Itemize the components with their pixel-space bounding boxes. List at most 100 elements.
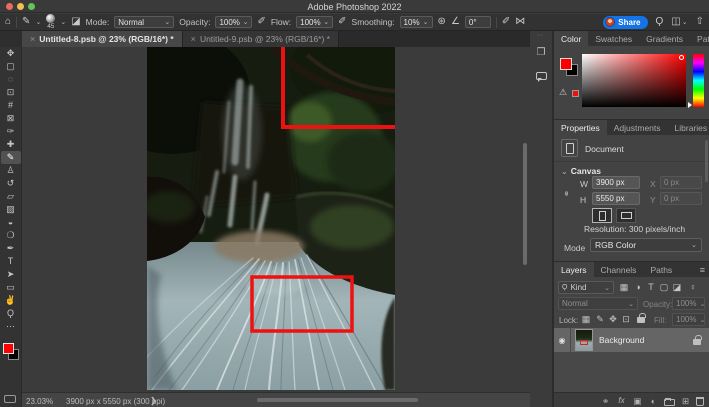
zoom-level[interactable]: 23.03% — [26, 397, 53, 406]
tab-channels[interactable]: Channels — [594, 262, 644, 277]
lock-position-icon[interactable]: ✥ — [607, 314, 619, 325]
x-field[interactable]: 0 px — [660, 176, 702, 189]
layer-blend-mode-select[interactable]: Normal ⌄ — [558, 297, 638, 310]
clone-stamp-tool[interactable]: ♙ — [1, 164, 21, 177]
close-tab-icon[interactable]: × — [191, 34, 196, 44]
new-adjustment-layer-icon[interactable]: ◐ — [647, 396, 660, 406]
gamut-warning-icon[interactable]: ⚠ — [559, 87, 567, 98]
canvas-section-header[interactable]: ⌄Canvas — [561, 166, 601, 176]
tab-paths[interactable]: Paths — [643, 262, 679, 277]
layer-thumbnail[interactable] — [575, 329, 593, 351]
tab-layers[interactable]: Layers — [554, 262, 594, 277]
flow-select[interactable]: 100% ⌄ — [296, 16, 333, 28]
portrait-orientation-button[interactable] — [592, 208, 612, 223]
move-tool[interactable]: ✥ — [1, 47, 21, 60]
constrain-proportions-icon[interactable]: ⚭ — [560, 190, 571, 198]
layer-visibility-eye-icon[interactable]: ◉ — [554, 328, 571, 352]
layer-name[interactable]: Background — [599, 335, 644, 345]
pressure-opacity-icon[interactable]: ✐ — [257, 17, 265, 27]
foreground-color-swatch[interactable] — [3, 343, 14, 354]
pressure-size-icon[interactable]: ✐ — [502, 17, 510, 27]
lock-artboard-icon[interactable]: ⊡ — [620, 314, 632, 325]
hue-slider[interactable] — [693, 54, 704, 107]
tab-properties[interactable]: Properties — [554, 120, 607, 135]
layer-opacity-field[interactable]: 100% ⌄ — [672, 297, 705, 310]
chevron-down-icon[interactable]: ⌄ — [60, 19, 66, 26]
landscape-orientation-button[interactable] — [616, 208, 636, 223]
object-selection-tool[interactable]: ⊡ — [1, 86, 21, 99]
screen-mode-icon[interactable] — [4, 395, 16, 403]
brush-tool[interactable]: ✎ — [1, 151, 21, 164]
comments-panel-icon[interactable] — [536, 72, 547, 80]
lock-all-icon[interactable] — [637, 317, 645, 323]
foreground-color-swatch[interactable] — [560, 58, 572, 70]
filter-pixel-layers-icon[interactable]: ▦ — [618, 282, 630, 293]
filter-type-layers-icon[interactable]: T — [645, 282, 657, 292]
panel-menu-icon[interactable]: ≡ — [700, 262, 709, 277]
canvas-horizontal-scrollbar[interactable] — [257, 398, 418, 402]
edit-toolbar-button[interactable]: ⋯ — [1, 320, 21, 333]
lock-image-pixels-icon[interactable]: ✎ — [594, 314, 606, 325]
blend-mode-select[interactable]: Normal ⌄ — [114, 16, 174, 28]
tab-swatches[interactable]: Swatches — [588, 31, 639, 46]
dock-grip-dots[interactable]: ∙∙ — [530, 32, 552, 39]
brush-angle-field[interactable]: 0° — [465, 16, 491, 28]
smoothing-options-gear-icon[interactable]: ⊛ — [438, 17, 446, 27]
tab-libraries[interactable]: Libraries — [668, 120, 709, 135]
gradient-tool[interactable]: ▨ — [1, 203, 21, 216]
y-field[interactable]: 0 px — [660, 192, 702, 205]
workspace-switcher-icon[interactable]: ◫ — [671, 17, 680, 27]
eyedropper-tool[interactable]: ✑ — [1, 125, 21, 138]
frame-tool[interactable]: ⊠ — [1, 112, 21, 125]
height-field[interactable]: 5550 px — [592, 192, 640, 205]
crop-tool[interactable]: # — [1, 99, 21, 112]
new-layer-icon[interactable]: ⊞ — [679, 396, 692, 407]
brush-settings-panel-toggle-icon[interactable]: ◪ — [71, 17, 80, 27]
layer-locked-icon[interactable] — [693, 339, 701, 345]
document-tab-untitled-8[interactable]: × Untitled-8.psb @ 23% (RGB/16*) * — [22, 31, 183, 47]
airbrush-icon[interactable]: ✐ — [338, 17, 346, 27]
eraser-tool[interactable]: ▱ — [1, 190, 21, 203]
tab-gradients[interactable]: Gradients — [639, 31, 690, 46]
width-field[interactable]: 3900 px — [592, 176, 640, 189]
layer-fill-field[interactable]: 100% ⌄ — [672, 313, 705, 326]
share-button[interactable]: Share — [603, 16, 647, 29]
search-icon[interactable]: Ϙ — [656, 17, 664, 27]
history-brush-tool[interactable]: ↺ — [1, 177, 21, 190]
canvas-area[interactable]: 23.03% 3900 px x 5550 px (300 ppi) ❯ — [22, 47, 530, 407]
tab-color[interactable]: Color — [554, 31, 588, 46]
panel-scrollbar[interactable] — [705, 140, 708, 182]
color-picker-marker[interactable] — [679, 55, 684, 60]
dodge-tool[interactable]: ❍ — [1, 229, 21, 242]
saturation-brightness-field[interactable] — [582, 54, 686, 107]
hue-slider-marker[interactable] — [688, 102, 692, 108]
paint-symmetry-icon[interactable]: ⋈ — [515, 17, 525, 27]
zoom-tool[interactable]: Ϙ — [1, 307, 21, 320]
hand-tool[interactable]: ✌ — [1, 294, 21, 307]
chevron-down-icon[interactable]: ⌄ — [682, 19, 688, 26]
tab-patterns[interactable]: Patterns — [690, 31, 709, 46]
status-chevron-icon[interactable]: ❯ — [150, 396, 157, 405]
lock-transparent-pixels-icon[interactable]: ▦ — [580, 314, 592, 325]
tab-adjustments[interactable]: Adjustments — [607, 120, 668, 135]
canvas-vertical-scrollbar[interactable] — [523, 143, 527, 265]
brush-tool-preset-icon[interactable]: ✎ — [22, 17, 30, 27]
lasso-tool[interactable]: ◌ — [1, 73, 21, 86]
pen-tool[interactable]: ✒ — [1, 242, 21, 255]
canvas-image[interactable] — [147, 47, 395, 390]
type-tool[interactable]: T — [1, 255, 21, 268]
layer-filter-select[interactable]: Ϙ Kind ⌄ — [558, 281, 614, 294]
add-layer-mask-icon[interactable]: ▣ — [631, 396, 644, 407]
layer-style-fx-icon[interactable]: fx — [615, 396, 628, 405]
new-group-folder-icon[interactable] — [664, 399, 675, 406]
filter-pin-icon[interactable]: ♀ — [687, 282, 699, 292]
layer-row-background[interactable]: ◉ Background — [554, 328, 709, 352]
rectangle-shape-tool[interactable]: ▭ — [1, 281, 21, 294]
smoothing-select[interactable]: 10% ⌄ — [400, 16, 433, 28]
delete-layer-trash-icon[interactable] — [696, 397, 704, 406]
gamut-warning-swatch[interactable] — [572, 90, 579, 97]
path-selection-tool[interactable]: ➤ — [1, 268, 21, 281]
export-share-icon[interactable]: ⇧ — [696, 17, 704, 27]
blur-tool[interactable]: ◒ — [1, 216, 21, 229]
rectangular-marquee-tool[interactable]: ▢ — [1, 60, 21, 73]
